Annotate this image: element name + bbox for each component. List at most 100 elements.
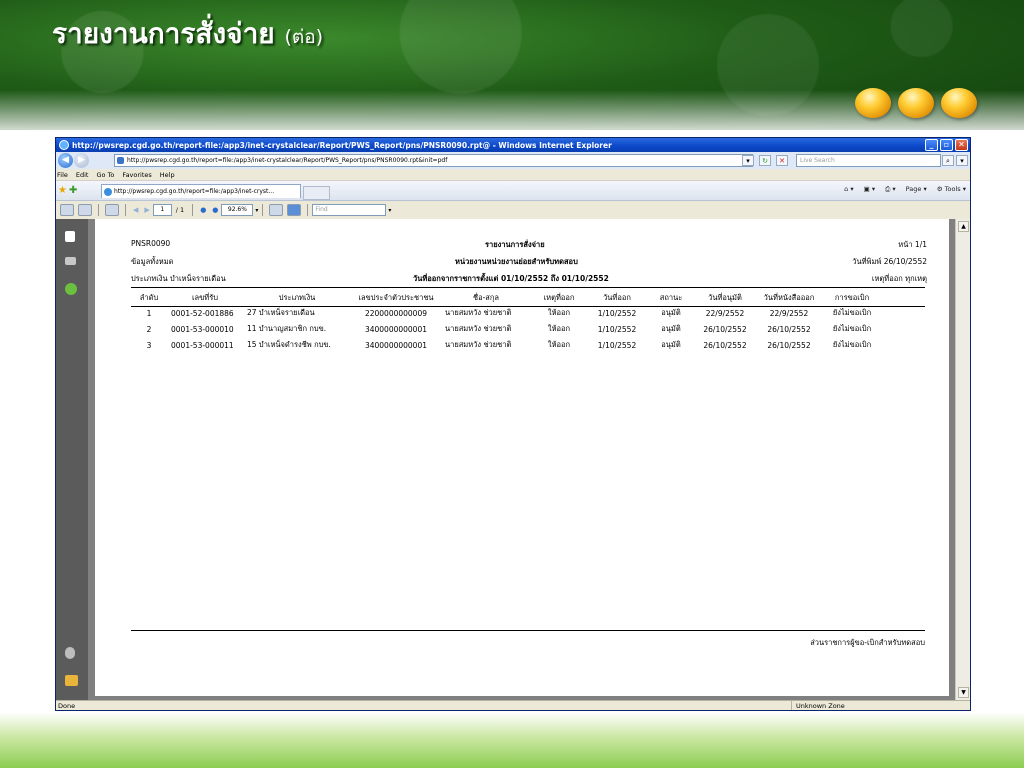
home-icon[interactable]: ⌂ ▾ (844, 185, 853, 194)
col-reason: เหตุที่ออก (543, 293, 575, 302)
report-date-range: วันที่ออกจากราชการตั้งแต่ 01/10/2552 ถึง… (413, 274, 609, 283)
cell-citizen-id: 3400000000001 (364, 340, 428, 350)
pdf-viewer: PNSR0090 รายงานการสั่งจ่าย หน้า 1/1 ข้อม… (56, 219, 970, 700)
refresh-icon[interactable]: ↻ (759, 155, 771, 166)
window-title: http://pwsrep.cgd.go.th/report-file:/app… (72, 140, 612, 150)
cell-reason: ให้ออก (547, 308, 571, 317)
col-citizen-id: เลขประจำตัวประชาชน (358, 293, 434, 302)
print-icon[interactable]: ⎙ ▾ (885, 185, 896, 194)
report-code: PNSR0090 (131, 239, 171, 248)
fit-page-icon[interactable] (287, 204, 302, 216)
decorative-orb-icon (898, 88, 934, 118)
previous-page-icon[interactable]: ◀ (133, 206, 138, 214)
address-bar-row: ◀ ▶ http://pwsrep.cgd.go.th/report=file:… (56, 152, 970, 169)
signature-icon[interactable] (65, 675, 78, 686)
cell-letter-date: 26/10/2552 (767, 340, 811, 350)
cell-citizen-id: 2200000000009 (364, 308, 428, 318)
col-approve-date: วันที่อนุมัติ (708, 293, 742, 302)
email-icon[interactable] (105, 204, 119, 216)
scroll-up-button[interactable]: ▲ (958, 221, 969, 232)
table-row: 3 0001-53-000011 15 บำเหน็จดำรงชีพ กบข. … (131, 337, 881, 353)
menu-file[interactable]: File (57, 171, 68, 179)
col-exit-date: วันที่ออก (603, 293, 631, 302)
security-zone: Unknown Zone (791, 701, 845, 710)
cell-reason: ให้ออก (547, 340, 571, 349)
close-button[interactable]: ✕ (955, 139, 968, 151)
browser-tab[interactable]: http://pwsrep.cgd.go.th/report=file:/app… (101, 184, 301, 198)
page-total: / 1 (175, 206, 185, 214)
report-footer: ส่วนราชการผู้ขอ-เบิกสำหรับทดสอบ (810, 638, 925, 647)
cell-pay-type: 15 บำเหน็จดำรงชีพ กบข. (247, 340, 331, 349)
internet-explorer-icon (59, 140, 69, 150)
page-icon (117, 157, 124, 164)
address-input[interactable]: http://pwsrep.cgd.go.th/report=file:/app… (114, 154, 753, 167)
address-dropdown-button[interactable]: ▾ (742, 155, 754, 166)
browser-window: http://pwsrep.cgd.go.th/report-file:/app… (55, 137, 971, 711)
stop-icon[interactable]: ✕ (776, 155, 788, 166)
status-bar: Done Unknown Zone (56, 700, 970, 710)
report-title: รายงานการสั่งจ่าย (485, 240, 545, 249)
zoom-out-icon[interactable]: ● (200, 206, 206, 214)
search-icon[interactable]: ⌕ (942, 155, 954, 166)
feeds-icon[interactable]: ▣ ▾ (864, 185, 875, 194)
binoculars-icon[interactable] (65, 257, 76, 265)
vertical-scrollbar[interactable]: ▲ ▼ (955, 219, 970, 700)
cell-approve-date: 26/10/2552 (703, 340, 747, 350)
help-icon[interactable] (65, 283, 77, 295)
fit-width-icon[interactable] (269, 204, 284, 216)
zoom-dropdown-icon[interactable]: ▾ (255, 207, 258, 214)
report-reason-filter: เหตุที่ออก ทุกเหตุ (871, 274, 927, 283)
page-menu-button[interactable]: Page ▾ (906, 185, 927, 194)
tab-page-icon (104, 188, 112, 196)
menu-edit[interactable]: Edit (76, 171, 89, 179)
cell-exit-date: 1/10/2552 (597, 308, 637, 318)
toolbar-separator (192, 204, 194, 216)
tools-menu-label: Tools (944, 185, 961, 193)
search-options-button[interactable]: ▾ (956, 155, 968, 166)
maximize-button[interactable]: ▫ (940, 139, 953, 151)
header-divider (131, 287, 925, 288)
find-input[interactable]: Find (312, 204, 387, 216)
cell-seq: 3 (146, 340, 152, 350)
slide-footer-background (0, 712, 1024, 768)
cell-claim-status: ยังไม่ขอเบิก (832, 324, 872, 333)
add-favorite-icon[interactable]: ✚ (69, 185, 77, 196)
cell-exit-date: 1/10/2552 (597, 340, 637, 350)
attachment-icon[interactable] (65, 647, 75, 659)
col-receipt-no: เลขที่รับ (191, 293, 219, 302)
window-title-bar[interactable]: http://pwsrep.cgd.go.th/report-file:/app… (56, 138, 970, 152)
col-pay-type: ประเภทเงิน (278, 293, 316, 302)
menu-favorites[interactable]: Favorites (122, 171, 151, 179)
menu-bar: File Edit Go To Favorites Help (56, 169, 970, 181)
address-text: http://pwsrep.cgd.go.th/report=file:/app… (127, 157, 448, 164)
minimize-button[interactable]: _ (925, 139, 938, 151)
zoom-in-icon[interactable]: ● (212, 206, 218, 214)
report-page: PNSR0090 รายงานการสั่งจ่าย หน้า 1/1 ข้อม… (95, 219, 949, 696)
report-page-label: หน้า 1/1 (898, 240, 927, 249)
menu-help[interactable]: Help (160, 171, 175, 179)
page-number-input[interactable]: 1 (152, 204, 172, 216)
find-dropdown-icon[interactable]: ▾ (388, 207, 391, 214)
zoom-select[interactable]: 92.6% (221, 204, 254, 216)
toolbar-separator (125, 204, 126, 216)
col-status: สถานะ (659, 293, 683, 302)
tools-menu-button[interactable]: ⚙ Tools ▾ (937, 185, 966, 194)
save-icon[interactable] (78, 204, 92, 216)
search-input[interactable]: Live Search (796, 154, 941, 167)
scroll-down-button[interactable]: ▼ (958, 687, 969, 698)
toolbar-separator (307, 204, 309, 216)
new-tab-button[interactable] (303, 186, 330, 200)
print-icon[interactable] (60, 204, 74, 216)
table-header-row: ลำดับ เลขที่รับ ประเภทเงิน เลขประจำตัวปร… (131, 291, 881, 305)
favorites-star-icon[interactable]: ★ (58, 185, 67, 196)
table-header-divider (131, 306, 925, 307)
pages-icon[interactable] (65, 231, 75, 242)
back-button[interactable]: ◀ (58, 153, 73, 168)
table-row: 1 0001-52-001886 27 บำเหน็จรายเดือน 2200… (131, 305, 881, 321)
col-claim-status: การขอเบิก (834, 293, 870, 302)
cell-letter-date: 26/10/2552 (767, 324, 811, 334)
forward-button[interactable]: ▶ (74, 153, 89, 168)
next-page-icon[interactable]: ▶ (144, 206, 149, 214)
menu-goto[interactable]: Go To (96, 171, 114, 179)
cell-reason: ให้ออก (547, 324, 571, 333)
